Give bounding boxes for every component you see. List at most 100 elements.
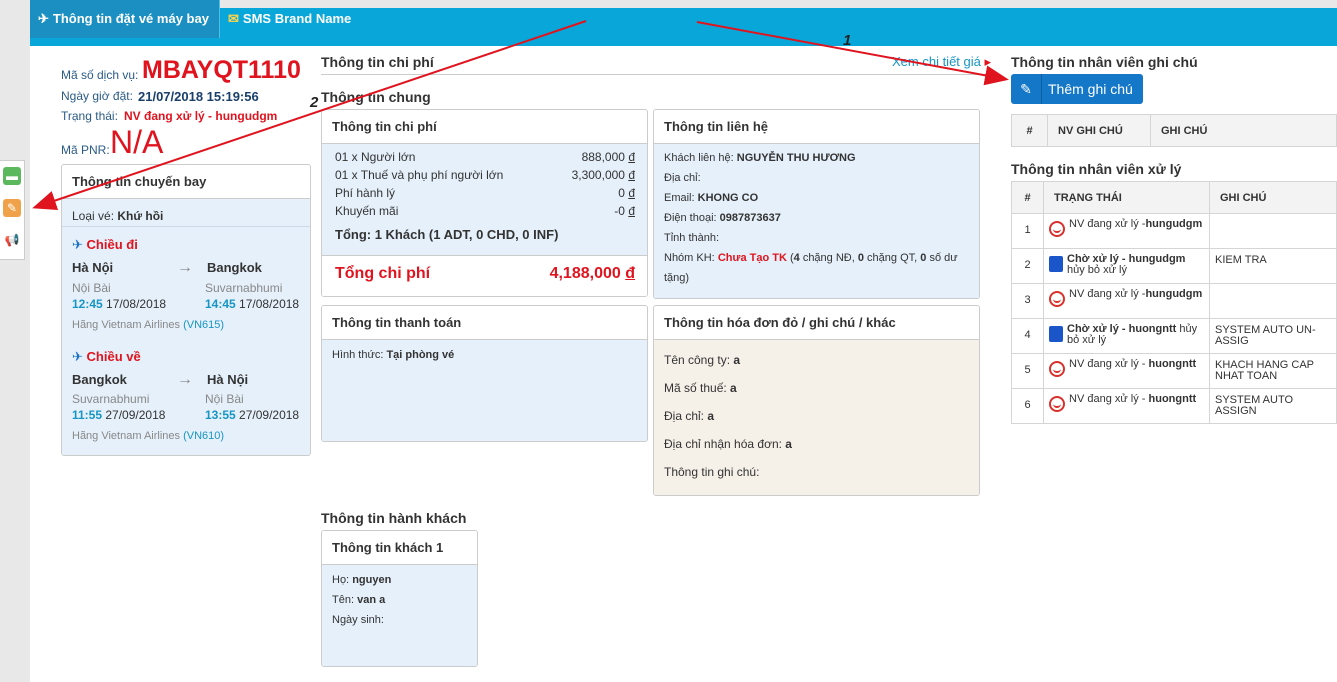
flight-info-title: Thông tin chuyến bay — [62, 165, 310, 199]
tab-sms-brand-name[interactable]: ✉ SMS Brand Name — [219, 0, 364, 38]
handler-row-note — [1209, 213, 1337, 249]
notes-section-title: Thông tin nhân viên ghi chú — [1011, 54, 1198, 70]
outbound-from-city: Hà Nội — [72, 260, 114, 275]
handler-row: 3 NV đang xử lý -hungudgm — [1011, 283, 1337, 319]
passenger-1-title: Thông tin khách 1 — [322, 531, 477, 565]
handler-row-status: Chờ xử lý - hungudgm hủy bỏ xử lý — [1043, 248, 1210, 284]
service-code-label: Mã số dịch vụ: — [61, 68, 139, 82]
contact-province: Tỉnh thành: — [664, 232, 720, 244]
payment-panel: Thông tin thanh toán Hình thức: Tại phòn… — [321, 305, 648, 442]
return-to-airport: Nội Bài — [205, 392, 244, 406]
outbound-label: ✈ Chiều đi — [72, 237, 138, 252]
passenger-1-panel: Thông tin khách 1 Họ: nguyen Tên: van a … — [321, 530, 478, 667]
arrow-right-icon: → — [177, 371, 193, 388]
passenger-last-name: Họ: nguyen — [332, 574, 392, 586]
return-flight-no[interactable]: (VN610) — [183, 430, 224, 442]
outbound-departure: 12:45 17/08/2018 — [72, 297, 167, 311]
outbound-flight-no[interactable]: (VN615) — [183, 319, 224, 331]
notes-table: # NV GHI CHÚ GHI CHÚ — [1011, 114, 1337, 147]
side-dock: ▬ ✎ 📢 — [0, 160, 25, 260]
envelope-icon: ✉ — [228, 11, 239, 26]
plane-icon: ✈ — [72, 349, 83, 364]
contact-panel-body: Khách liên hệ: NGUYỄN THU HƯƠNG Địa chỉ:… — [654, 144, 979, 298]
return-to-city: Hà Nội — [207, 372, 249, 387]
contact-panel: Thông tin liên hệ Khách liên hệ: NGUYỄN … — [653, 109, 980, 299]
booking-date-label: Ngày giờ đặt: — [61, 89, 133, 103]
contact-panel-title: Thông tin liên hệ — [654, 110, 979, 144]
megaphone-icon[interactable]: 📢 — [3, 231, 21, 249]
return-departure: 11:55 27/09/2018 — [72, 408, 166, 422]
annotation-number-1: 1 — [843, 32, 852, 49]
cost-line-adult: 01 x Người lớn — [335, 150, 416, 164]
cost-panel-body: 01 x Người lớn 888,000 đ 01 x Thuế và ph… — [322, 144, 647, 296]
processing-face-icon — [1049, 396, 1065, 412]
chat-icon[interactable]: ▬ — [3, 167, 21, 185]
payment-panel-body: Hình thức: Tại phòng vé — [322, 340, 647, 441]
outbound-airline: Hãng Vietnam Airlines (VN615) — [72, 319, 225, 331]
handler-row-number: 3 — [1011, 283, 1044, 319]
invoice-panel-title: Thông tin hóa đơn đỏ / ghi chú / khác — [654, 306, 979, 340]
cost-total-row: Tổng chi phí 4,188,000 đ — [322, 255, 647, 296]
passenger-first-name: Tên: van a — [332, 594, 386, 606]
invoice-note: Thông tin ghi chú: — [664, 465, 760, 479]
flight-info-body: Loại vé: Khứ hồi ✈ Chiều đi Hà Nội → Ban… — [62, 199, 310, 455]
outbound-to-airport: Suvarnabhumi — [205, 281, 283, 295]
handler-row-number: 1 — [1011, 213, 1044, 249]
handlers-section-title: Thông tin nhân viên xử lý — [1011, 161, 1182, 177]
cost-line-tax-value: 3,300,000 đ — [571, 168, 635, 182]
handler-row: 4 Chờ xử lý - huongntt hủy bỏ xử lý SYSTEM… — [1011, 318, 1337, 354]
contact-group-cont: tặng) — [664, 272, 690, 284]
return-from-airport: Suvarnabhumi — [72, 392, 150, 406]
service-code: MBAYQT1110 — [142, 56, 301, 84]
plane-icon: ✈ — [38, 11, 49, 26]
edit-ticket-icon[interactable]: ✎ — [3, 199, 21, 217]
handler-row-status: Chờ xử lý - huongntt hủy bỏ xử lý — [1043, 318, 1210, 354]
handler-row-note: KHACH HANG CAP NHAT TOAN — [1209, 353, 1337, 389]
waiting-person-icon — [1049, 326, 1063, 342]
cost-line-baggage: Phí hành lý — [335, 186, 396, 200]
price-detail-link[interactable]: Xem chi tiết giá ▸ — [892, 54, 991, 70]
cost-panel-title: Thông tin chi phí — [322, 110, 647, 144]
passengers-section-title: Thông tin hành khách — [321, 510, 467, 526]
invoice-receiver: Địa chỉ nhận hóa đơn: a — [664, 437, 792, 451]
arrow-right-icon: → — [177, 259, 193, 276]
handler-row: 5 NV đang xử lý - huongntt KHACH HANG CAP … — [1011, 353, 1337, 389]
handler-row: 6 NV đang xử lý - huongntt SYSTEM AUTO ASS… — [1011, 388, 1337, 424]
handler-row-status: NV đang xử lý - huongntt — [1043, 353, 1210, 389]
handler-row-number: 2 — [1011, 248, 1044, 284]
handler-row-number: 5 — [1011, 353, 1044, 389]
handler-row-status: NV đang xử lý -hungudgm — [1043, 283, 1210, 319]
return-label: ✈ Chiều về — [72, 349, 141, 364]
handler-row-note: KIEM TRA — [1209, 248, 1337, 284]
payment-panel-title: Thông tin thanh toán — [322, 306, 647, 340]
caret-right-icon: ▸ — [984, 54, 992, 69]
outbound-from-airport: Nội Bài — [72, 281, 111, 295]
tab-flight-booking[interactable]: ✈ Thông tin đặt vé máy bay — [30, 0, 219, 38]
processing-face-icon — [1049, 221, 1065, 237]
cost-line-tax: 01 x Thuế và phụ phí người lớn — [335, 168, 504, 182]
cost-line-baggage-value: 0 đ — [618, 186, 635, 200]
cost-panel: Thông tin chi phí 01 x Người lớn 888,000… — [321, 109, 648, 297]
plane-icon: ✈ — [72, 237, 83, 252]
add-note-button[interactable]: ✎ Thêm ghi chú — [1011, 74, 1143, 104]
cost-line-promo: Khuyến mãi — [335, 204, 399, 218]
handler-row-note: SYSTEM AUTO ASSIGN — [1209, 388, 1337, 424]
handler-row-number: 6 — [1011, 388, 1044, 424]
return-from-city: Bangkok — [72, 372, 127, 387]
booking-date: 21/07/2018 15:19:56 — [138, 89, 259, 104]
notes-table-header: # NV GHI CHÚ GHI CHÚ — [1011, 114, 1337, 147]
handler-row: 2 Chờ xử lý - hungudgm hủy bỏ xử lý KIEM T… — [1011, 248, 1337, 284]
return-arrival: 13:55 27/09/2018 — [205, 408, 300, 422]
processing-face-icon — [1049, 361, 1065, 377]
handlers-table: # TRẠNG THÁI GHI CHÚ 1 NV đang xử lý -hun… — [1011, 181, 1337, 424]
contact-address: Địa chỉ: — [664, 172, 701, 184]
invoice-tax: Mã số thuế: a — [664, 381, 737, 395]
cost-summary: Tổng: 1 Khách (1 ADT, 0 CHD, 0 INF) — [335, 227, 559, 242]
general-section-title: Thông tin chung — [321, 89, 431, 105]
contact-phone: Điện thoại: 0987873637 — [664, 212, 781, 224]
status-label: Trạng thái: — [61, 109, 118, 123]
passenger-1-body: Họ: nguyen Tên: van a Ngày sinh: — [322, 565, 477, 666]
ticket-type: Loại vé: Khứ hồi — [72, 209, 164, 223]
divider — [321, 74, 999, 75]
pencil-icon: ✎ — [1011, 74, 1042, 104]
